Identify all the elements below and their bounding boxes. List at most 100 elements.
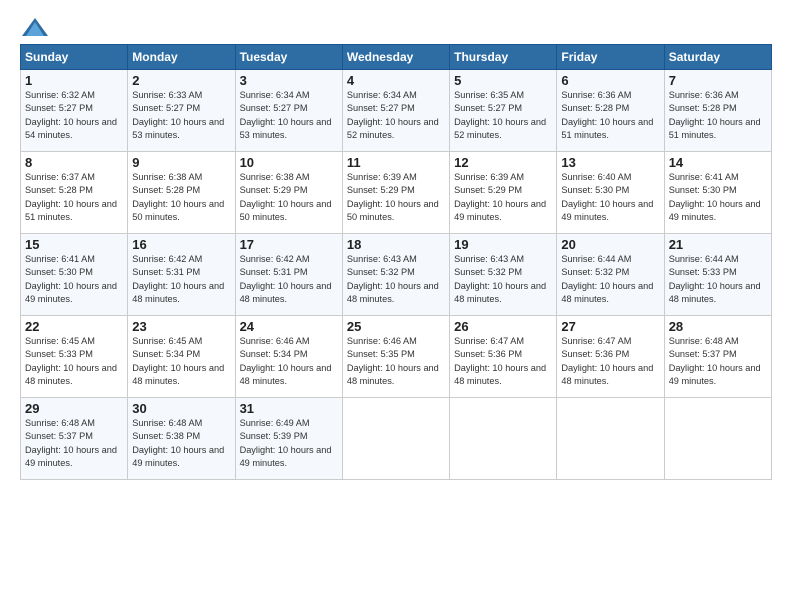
day-cell-27: 27 Sunrise: 6:47 AMSunset: 5:36 PMDaylig… <box>557 316 664 398</box>
day-number: 26 <box>454 319 552 334</box>
week-row-2: 8 Sunrise: 6:37 AMSunset: 5:28 PMDayligh… <box>21 152 772 234</box>
day-info: Sunrise: 6:46 AMSunset: 5:35 PMDaylight:… <box>347 336 439 386</box>
day-cell-4: 4 Sunrise: 6:34 AMSunset: 5:27 PMDayligh… <box>342 70 449 152</box>
day-cell-20: 20 Sunrise: 6:44 AMSunset: 5:32 PMDaylig… <box>557 234 664 316</box>
day-cell-30: 30 Sunrise: 6:48 AMSunset: 5:38 PMDaylig… <box>128 398 235 480</box>
weekday-saturday: Saturday <box>664 45 771 70</box>
day-info: Sunrise: 6:33 AMSunset: 5:27 PMDaylight:… <box>132 90 224 140</box>
empty-cell <box>342 398 449 480</box>
week-row-4: 22 Sunrise: 6:45 AMSunset: 5:33 PMDaylig… <box>21 316 772 398</box>
day-number: 30 <box>132 401 230 416</box>
day-cell-11: 11 Sunrise: 6:39 AMSunset: 5:29 PMDaylig… <box>342 152 449 234</box>
day-info: Sunrise: 6:32 AMSunset: 5:27 PMDaylight:… <box>25 90 117 140</box>
day-info: Sunrise: 6:39 AMSunset: 5:29 PMDaylight:… <box>454 172 546 222</box>
day-info: Sunrise: 6:49 AMSunset: 5:39 PMDaylight:… <box>240 418 332 468</box>
day-number: 17 <box>240 237 338 252</box>
day-info: Sunrise: 6:47 AMSunset: 5:36 PMDaylight:… <box>454 336 546 386</box>
day-cell-24: 24 Sunrise: 6:46 AMSunset: 5:34 PMDaylig… <box>235 316 342 398</box>
day-cell-25: 25 Sunrise: 6:46 AMSunset: 5:35 PMDaylig… <box>342 316 449 398</box>
page: SundayMondayTuesdayWednesdayThursdayFrid… <box>0 0 792 612</box>
day-number: 29 <box>25 401 123 416</box>
day-info: Sunrise: 6:34 AMSunset: 5:27 PMDaylight:… <box>347 90 439 140</box>
day-number: 19 <box>454 237 552 252</box>
day-cell-19: 19 Sunrise: 6:43 AMSunset: 5:32 PMDaylig… <box>450 234 557 316</box>
day-number: 18 <box>347 237 445 252</box>
day-info: Sunrise: 6:35 AMSunset: 5:27 PMDaylight:… <box>454 90 546 140</box>
day-number: 14 <box>669 155 767 170</box>
day-info: Sunrise: 6:45 AMSunset: 5:33 PMDaylight:… <box>25 336 117 386</box>
weekday-sunday: Sunday <box>21 45 128 70</box>
day-cell-3: 3 Sunrise: 6:34 AMSunset: 5:27 PMDayligh… <box>235 70 342 152</box>
day-info: Sunrise: 6:34 AMSunset: 5:27 PMDaylight:… <box>240 90 332 140</box>
day-cell-13: 13 Sunrise: 6:40 AMSunset: 5:30 PMDaylig… <box>557 152 664 234</box>
week-row-1: 1 Sunrise: 6:32 AMSunset: 5:27 PMDayligh… <box>21 70 772 152</box>
weekday-header-row: SundayMondayTuesdayWednesdayThursdayFrid… <box>21 45 772 70</box>
header <box>20 18 772 36</box>
day-number: 21 <box>669 237 767 252</box>
empty-cell <box>450 398 557 480</box>
day-number: 16 <box>132 237 230 252</box>
day-cell-14: 14 Sunrise: 6:41 AMSunset: 5:30 PMDaylig… <box>664 152 771 234</box>
day-number: 3 <box>240 73 338 88</box>
day-info: Sunrise: 6:38 AMSunset: 5:28 PMDaylight:… <box>132 172 224 222</box>
week-row-5: 29 Sunrise: 6:48 AMSunset: 5:37 PMDaylig… <box>21 398 772 480</box>
day-cell-1: 1 Sunrise: 6:32 AMSunset: 5:27 PMDayligh… <box>21 70 128 152</box>
day-number: 20 <box>561 237 659 252</box>
empty-cell <box>664 398 771 480</box>
day-number: 5 <box>454 73 552 88</box>
day-number: 9 <box>132 155 230 170</box>
day-number: 23 <box>132 319 230 334</box>
day-cell-18: 18 Sunrise: 6:43 AMSunset: 5:32 PMDaylig… <box>342 234 449 316</box>
day-info: Sunrise: 6:41 AMSunset: 5:30 PMDaylight:… <box>25 254 117 304</box>
day-number: 28 <box>669 319 767 334</box>
day-cell-23: 23 Sunrise: 6:45 AMSunset: 5:34 PMDaylig… <box>128 316 235 398</box>
day-info: Sunrise: 6:43 AMSunset: 5:32 PMDaylight:… <box>454 254 546 304</box>
day-info: Sunrise: 6:46 AMSunset: 5:34 PMDaylight:… <box>240 336 332 386</box>
week-row-3: 15 Sunrise: 6:41 AMSunset: 5:30 PMDaylig… <box>21 234 772 316</box>
day-info: Sunrise: 6:38 AMSunset: 5:29 PMDaylight:… <box>240 172 332 222</box>
weekday-tuesday: Tuesday <box>235 45 342 70</box>
day-cell-17: 17 Sunrise: 6:42 AMSunset: 5:31 PMDaylig… <box>235 234 342 316</box>
day-info: Sunrise: 6:44 AMSunset: 5:32 PMDaylight:… <box>561 254 653 304</box>
day-cell-26: 26 Sunrise: 6:47 AMSunset: 5:36 PMDaylig… <box>450 316 557 398</box>
day-number: 25 <box>347 319 445 334</box>
day-cell-29: 29 Sunrise: 6:48 AMSunset: 5:37 PMDaylig… <box>21 398 128 480</box>
day-info: Sunrise: 6:48 AMSunset: 5:38 PMDaylight:… <box>132 418 224 468</box>
day-info: Sunrise: 6:42 AMSunset: 5:31 PMDaylight:… <box>240 254 332 304</box>
calendar-header: SundayMondayTuesdayWednesdayThursdayFrid… <box>21 45 772 70</box>
day-cell-6: 6 Sunrise: 6:36 AMSunset: 5:28 PMDayligh… <box>557 70 664 152</box>
day-info: Sunrise: 6:44 AMSunset: 5:33 PMDaylight:… <box>669 254 761 304</box>
day-cell-16: 16 Sunrise: 6:42 AMSunset: 5:31 PMDaylig… <box>128 234 235 316</box>
day-cell-22: 22 Sunrise: 6:45 AMSunset: 5:33 PMDaylig… <box>21 316 128 398</box>
day-number: 8 <box>25 155 123 170</box>
day-info: Sunrise: 6:48 AMSunset: 5:37 PMDaylight:… <box>669 336 761 386</box>
day-number: 2 <box>132 73 230 88</box>
day-cell-28: 28 Sunrise: 6:48 AMSunset: 5:37 PMDaylig… <box>664 316 771 398</box>
day-info: Sunrise: 6:43 AMSunset: 5:32 PMDaylight:… <box>347 254 439 304</box>
day-info: Sunrise: 6:41 AMSunset: 5:30 PMDaylight:… <box>669 172 761 222</box>
logo-icon <box>22 18 48 36</box>
day-number: 1 <box>25 73 123 88</box>
day-number: 4 <box>347 73 445 88</box>
day-number: 11 <box>347 155 445 170</box>
day-info: Sunrise: 6:36 AMSunset: 5:28 PMDaylight:… <box>669 90 761 140</box>
day-cell-7: 7 Sunrise: 6:36 AMSunset: 5:28 PMDayligh… <box>664 70 771 152</box>
day-cell-2: 2 Sunrise: 6:33 AMSunset: 5:27 PMDayligh… <box>128 70 235 152</box>
day-cell-8: 8 Sunrise: 6:37 AMSunset: 5:28 PMDayligh… <box>21 152 128 234</box>
day-number: 13 <box>561 155 659 170</box>
day-number: 31 <box>240 401 338 416</box>
weekday-wednesday: Wednesday <box>342 45 449 70</box>
day-info: Sunrise: 6:42 AMSunset: 5:31 PMDaylight:… <box>132 254 224 304</box>
day-cell-21: 21 Sunrise: 6:44 AMSunset: 5:33 PMDaylig… <box>664 234 771 316</box>
day-cell-9: 9 Sunrise: 6:38 AMSunset: 5:28 PMDayligh… <box>128 152 235 234</box>
day-info: Sunrise: 6:36 AMSunset: 5:28 PMDaylight:… <box>561 90 653 140</box>
day-number: 7 <box>669 73 767 88</box>
calendar-body: 1 Sunrise: 6:32 AMSunset: 5:27 PMDayligh… <box>21 70 772 480</box>
logo <box>20 18 48 36</box>
calendar-table: SundayMondayTuesdayWednesdayThursdayFrid… <box>20 44 772 480</box>
day-info: Sunrise: 6:45 AMSunset: 5:34 PMDaylight:… <box>132 336 224 386</box>
day-number: 10 <box>240 155 338 170</box>
weekday-thursday: Thursday <box>450 45 557 70</box>
day-cell-31: 31 Sunrise: 6:49 AMSunset: 5:39 PMDaylig… <box>235 398 342 480</box>
empty-cell <box>557 398 664 480</box>
